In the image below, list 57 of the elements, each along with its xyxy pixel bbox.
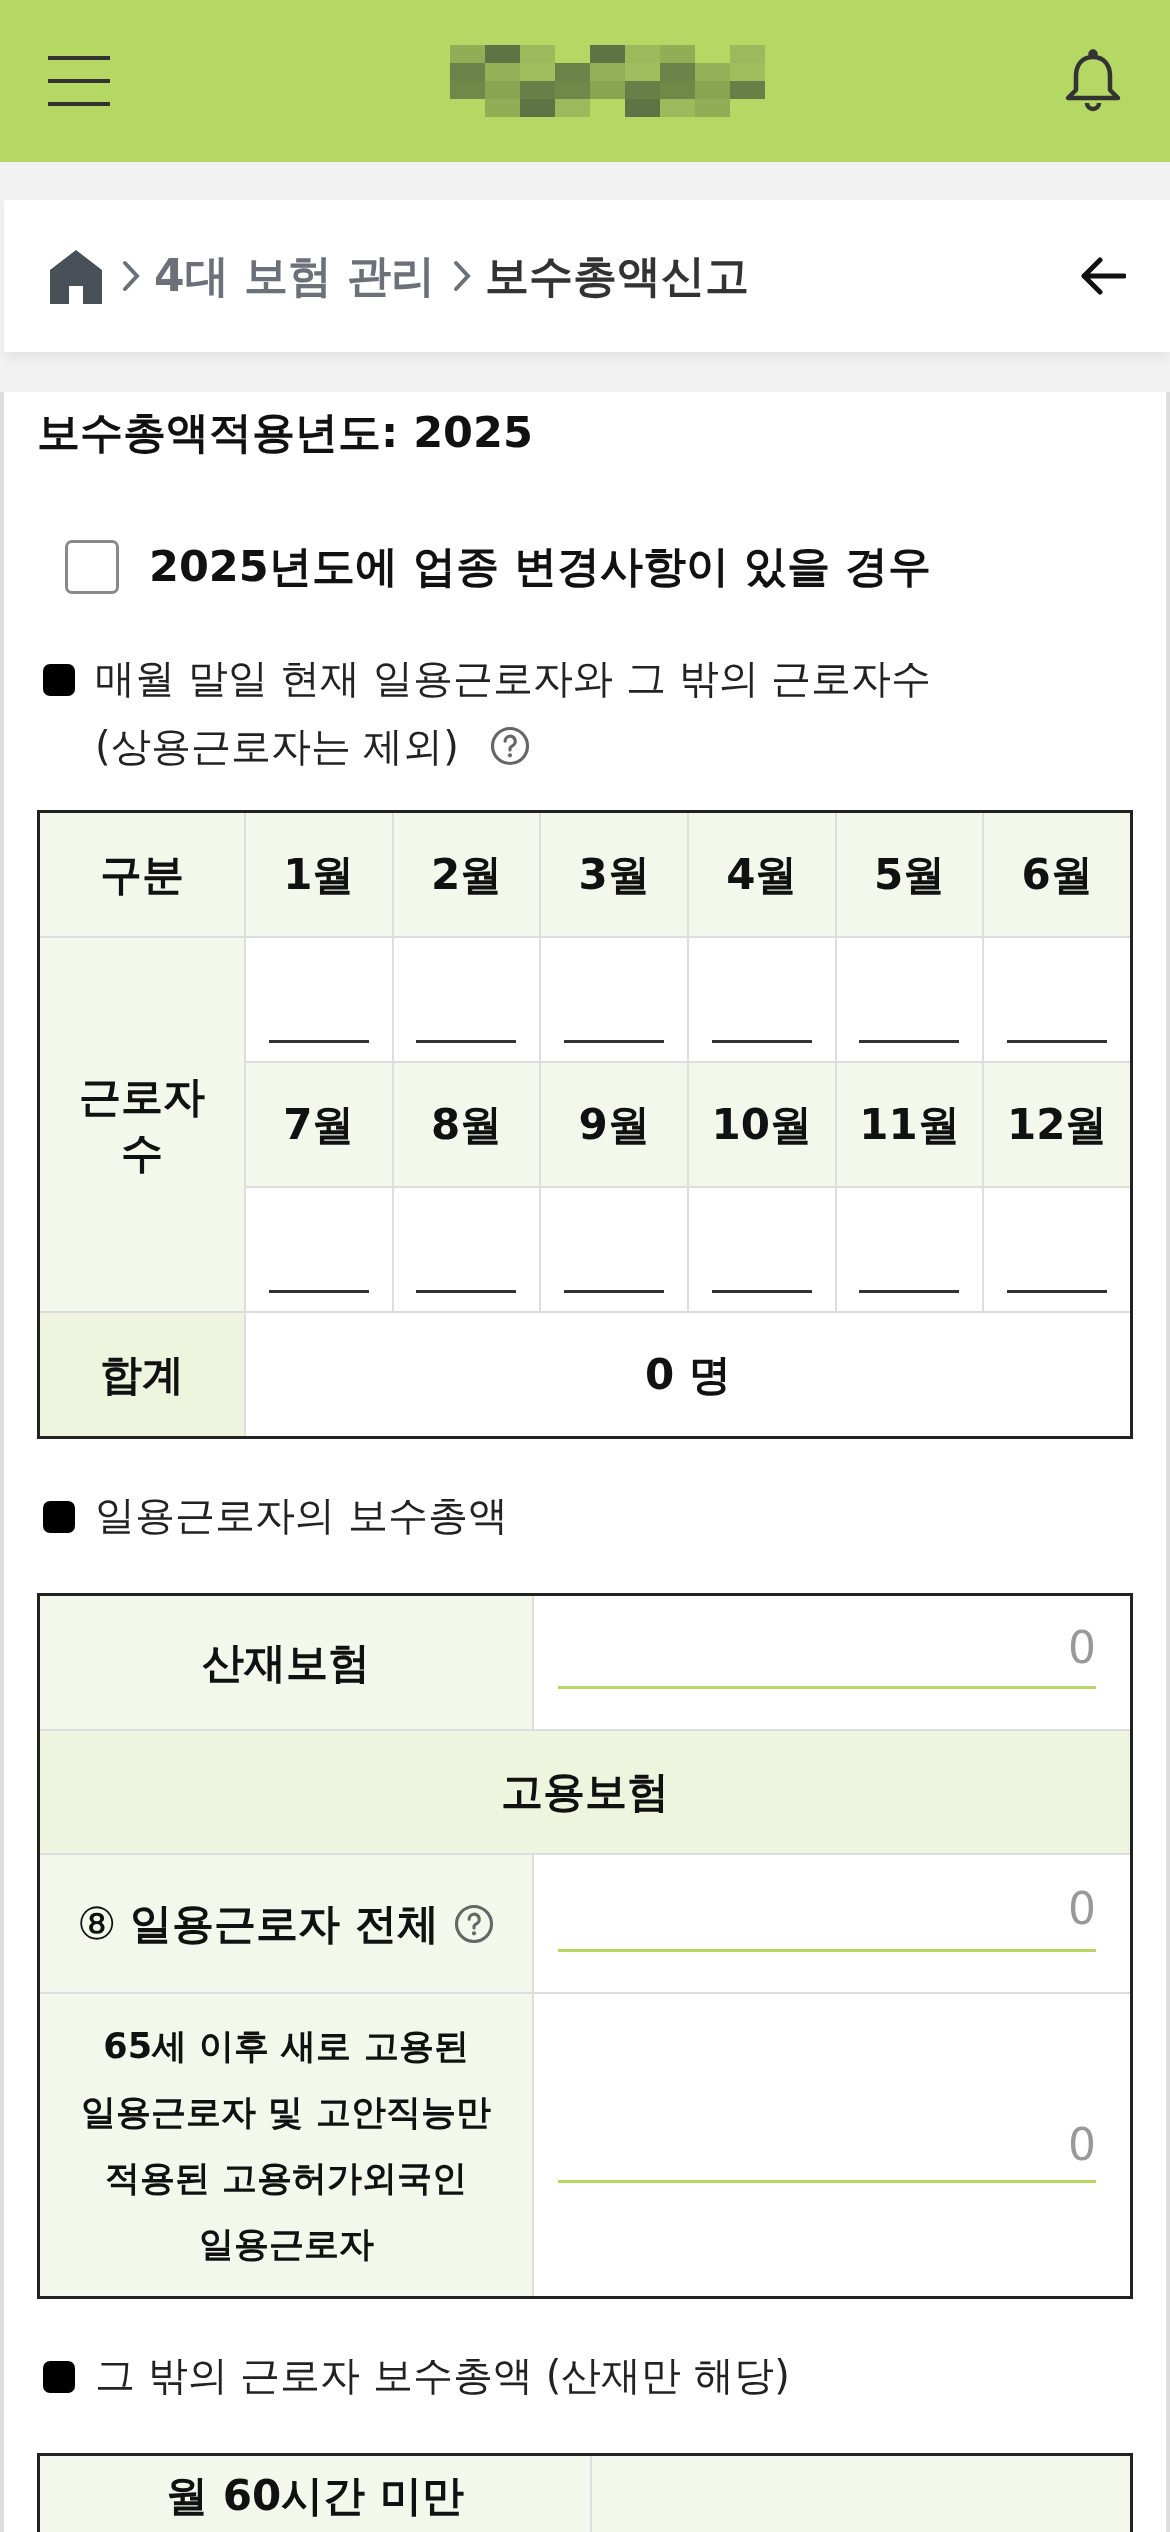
breadcrumb-link[interactable]: 4대 보험 관리 xyxy=(154,246,436,306)
help-icon[interactable] xyxy=(453,1902,496,1945)
month-header-cell: 3월 xyxy=(541,813,687,936)
month-header-cell: 10월 xyxy=(689,1063,835,1186)
month-header-cell: 12월 xyxy=(984,1063,1130,1186)
menu-icon[interactable] xyxy=(48,56,110,106)
home-icon[interactable] xyxy=(48,248,104,304)
input-field[interactable] xyxy=(836,938,983,1061)
input-field[interactable] xyxy=(541,938,687,1061)
amount-field[interactable]: 0 xyxy=(534,1994,1130,2296)
checkbox-label[interactable]: 2025년도에 업종 변경사항이 있을 경우 xyxy=(149,538,931,596)
month-header-cell: 1월 xyxy=(246,813,392,936)
column-header-cell: 월 60시간 미만 xyxy=(40,2456,590,2532)
row-header-cell: 산재보험 xyxy=(40,1596,532,1729)
bullet-icon xyxy=(43,664,75,696)
input-field[interactable] xyxy=(393,1188,540,1311)
number-marker: ⑧ xyxy=(76,1898,117,1949)
bullet-icon xyxy=(43,2361,75,2393)
year-title: 보수총액적용년도: 2025 xyxy=(37,406,534,459)
table-header-cell: 구분 xyxy=(40,813,244,936)
input-field[interactable] xyxy=(689,1188,835,1311)
row-label: 일용근로자 전체 xyxy=(130,1897,440,1950)
row-header-cell: 근로자 수 xyxy=(40,938,244,1311)
checkbox[interactable] xyxy=(65,540,119,594)
chevron-icon xyxy=(453,260,472,292)
input-field[interactable] xyxy=(541,1188,687,1311)
section-header-cell: 고용보험 xyxy=(40,1731,1130,1853)
notification-bell-icon[interactable] xyxy=(1064,49,1122,113)
month-header-cell: 5월 xyxy=(836,813,983,936)
help-icon[interactable] xyxy=(488,725,531,767)
month-header-cell: 4월 xyxy=(689,813,835,936)
total-cell: 0 명 xyxy=(246,1313,1130,1436)
input-field[interactable] xyxy=(393,938,540,1061)
input-field[interactable] xyxy=(984,1188,1130,1311)
input-field[interactable] xyxy=(246,1188,392,1311)
month-header-cell: 8월 xyxy=(393,1063,540,1186)
section-title: 매월 말일 현재 일용근로자와 그 밖의 근로자수 xyxy=(95,654,932,703)
input-field[interactable] xyxy=(836,1188,983,1311)
input-field[interactable] xyxy=(689,938,835,1061)
month-header-cell: 2월 xyxy=(393,813,540,936)
amount-field[interactable]: 0 xyxy=(534,1596,1130,1729)
month-header-cell: 7월 xyxy=(246,1063,392,1186)
month-header-cell: 9월 xyxy=(541,1063,687,1186)
back-arrow-icon[interactable] xyxy=(1080,256,1126,296)
input-field[interactable] xyxy=(984,938,1130,1061)
month-header-cell: 6월 xyxy=(984,813,1130,936)
section-title: 일용근로자의 보수총액 xyxy=(95,1491,508,1540)
row-header-cell: 65세 이후 새로 고용된 일용근로자 및 고안직능만 적용된 고용허가외국인 일용근로자 xyxy=(40,1994,532,2296)
input-field[interactable] xyxy=(246,938,392,1061)
bullet-icon xyxy=(43,1501,75,1533)
section-title: 그 밖의 근로자 보수총액 (산재만 해당) xyxy=(95,2351,790,2400)
chevron-icon xyxy=(122,260,140,292)
row-header-cell: 합계 xyxy=(40,1313,244,1436)
breadcrumb-current: 보수총액신고 xyxy=(485,248,750,303)
section-subtitle: (상용근로자는 제외) xyxy=(95,722,459,771)
amount-field[interactable]: 0 xyxy=(534,1855,1130,1992)
month-header-cell: 11월 xyxy=(836,1063,983,1186)
